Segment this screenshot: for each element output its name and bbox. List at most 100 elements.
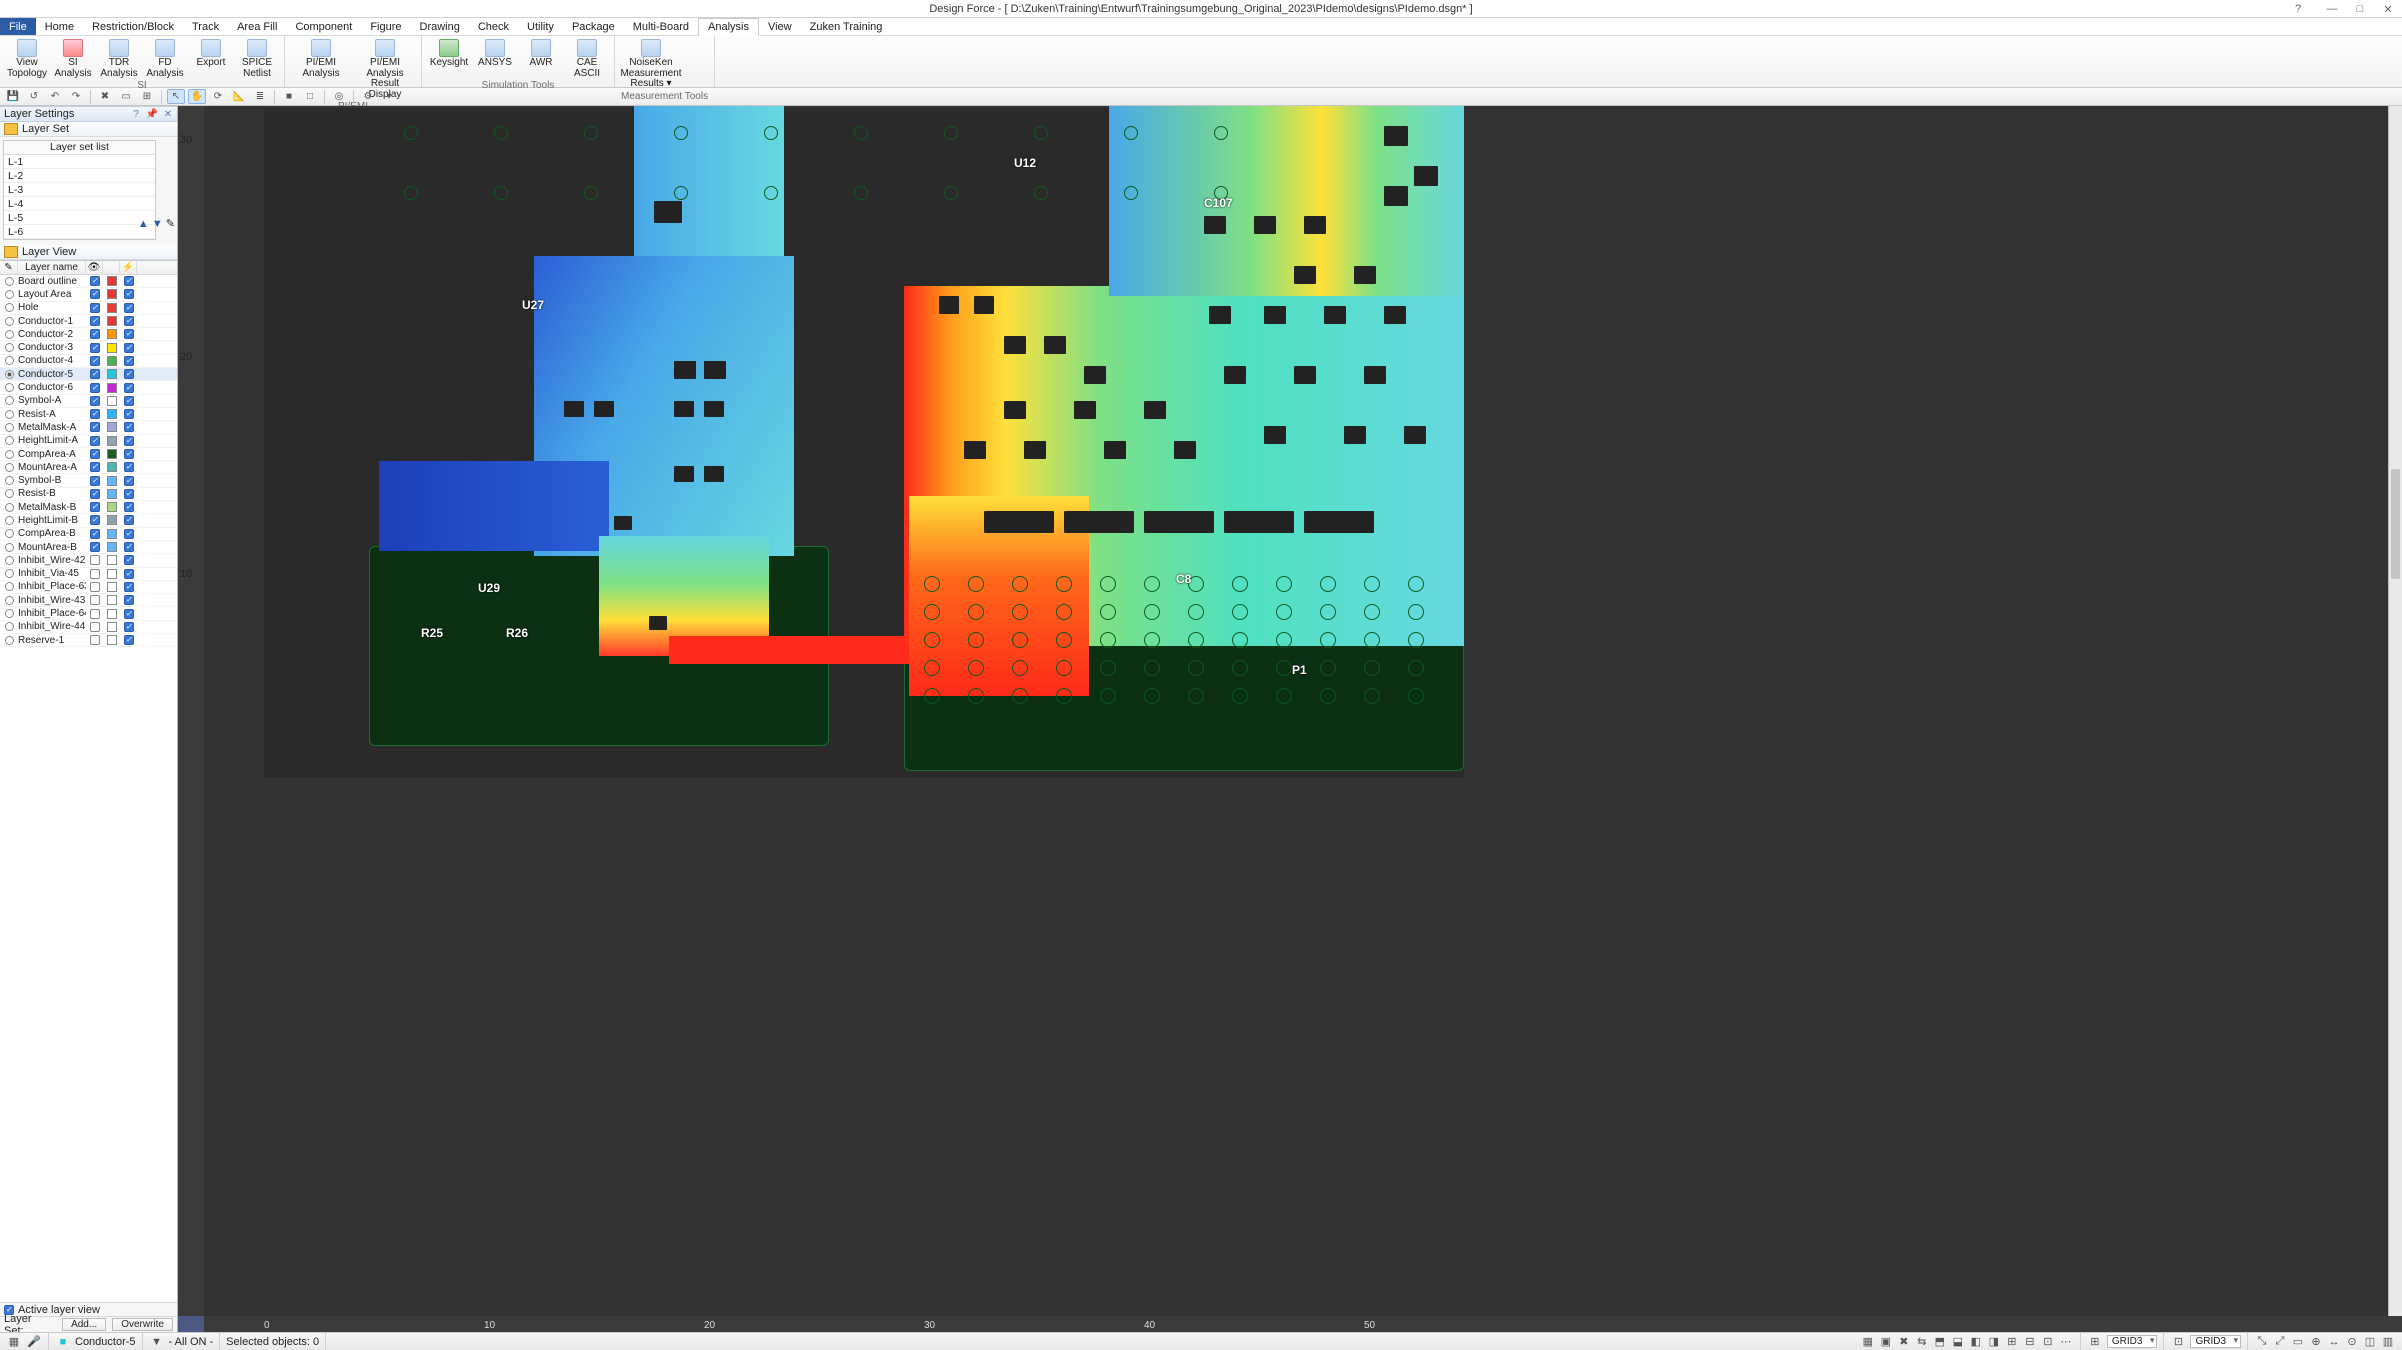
layer-select-checkbox[interactable] (120, 595, 137, 605)
layer-row[interactable]: MetalMask-A (0, 421, 177, 434)
rotate-icon[interactable]: ⟳ (209, 89, 227, 104)
ribbon-cae-ascii[interactable]: CAE ASCII (564, 38, 610, 80)
redo-icon[interactable]: ↷ (67, 89, 85, 104)
layer-select-checkbox[interactable] (120, 303, 137, 313)
layer-visible-checkbox[interactable] (86, 383, 103, 393)
grid2-icon[interactable]: ⊡ (2170, 1335, 2186, 1349)
status-i7-icon[interactable]: ◧ (1968, 1335, 1984, 1349)
layer-row[interactable]: Reserve-1 (0, 634, 177, 647)
ribbon-tdr-analysis[interactable]: TDR Analysis (96, 38, 142, 80)
menu-tab-track[interactable]: Track (183, 18, 228, 35)
status-filter[interactable]: - All ON - (169, 1336, 214, 1348)
layer-radio[interactable] (0, 356, 18, 365)
layer-row[interactable]: Inhibit_Wire-44 (0, 621, 177, 634)
layer-visible-checkbox[interactable] (86, 582, 103, 592)
status-r4-icon[interactable]: ⊕ (2308, 1335, 2324, 1349)
layer-row[interactable]: Inhibit_Wire-42 (0, 554, 177, 567)
layer-visible-checkbox[interactable] (86, 276, 103, 286)
layer-visible-checkbox[interactable] (86, 449, 103, 459)
layer-radio[interactable] (0, 516, 18, 525)
layer-select-checkbox[interactable] (120, 329, 137, 339)
layer-color-swatch[interactable] (103, 289, 120, 299)
layer-row[interactable]: HeightLimit-B (0, 514, 177, 527)
layer-radio[interactable] (0, 383, 18, 392)
layer-set-item[interactable]: L-6 (4, 225, 155, 239)
col-visibility[interactable]: 👁 (86, 261, 103, 274)
layer-color-swatch[interactable] (103, 462, 120, 472)
layer-color-swatch[interactable] (103, 303, 120, 313)
ribbon-awr[interactable]: AWR (518, 38, 564, 70)
layer-select-checkbox[interactable] (120, 276, 137, 286)
status-i11-icon[interactable]: ⊡ (2040, 1335, 2056, 1349)
layer-radio[interactable] (0, 396, 18, 405)
layer-row[interactable]: Hole (0, 302, 177, 315)
layer-select-checkbox[interactable] (120, 489, 137, 499)
move-up-button[interactable]: ▲ (138, 218, 149, 230)
layer-set-item[interactable]: L-5 (4, 211, 155, 225)
layer-visible-checkbox[interactable] (86, 329, 103, 339)
layer-radio[interactable] (0, 330, 18, 339)
layer-visible-checkbox[interactable] (86, 595, 103, 605)
layer-select-checkbox[interactable] (120, 343, 137, 353)
status-i8-icon[interactable]: ◨ (1986, 1335, 2002, 1349)
layer-row[interactable]: Conductor-6 (0, 381, 177, 394)
layer-select-checkbox[interactable] (120, 542, 137, 552)
layer-color-swatch[interactable] (103, 609, 120, 619)
layer-visible-checkbox[interactable] (86, 502, 103, 512)
ribbon-fd-analysis[interactable]: FD Analysis (142, 38, 188, 80)
layer-view-tab[interactable]: Layer View (0, 245, 177, 260)
layer-row[interactable]: CompArea-B (0, 528, 177, 541)
layer-color-swatch[interactable] (103, 436, 120, 446)
layer-row[interactable]: Inhibit_Wire-43 (0, 594, 177, 607)
layer-select-checkbox[interactable] (120, 622, 137, 632)
layer-radio[interactable] (0, 636, 18, 645)
layer-visible-checkbox[interactable] (86, 609, 103, 619)
layer-visible-checkbox[interactable] (86, 356, 103, 366)
layer-select-checkbox[interactable] (120, 396, 137, 406)
layer-radio[interactable] (0, 343, 18, 352)
close-icon[interactable]: ✕ (161, 108, 175, 121)
mic-icon[interactable]: 🎤 (26, 1335, 42, 1349)
layer-radio[interactable] (0, 277, 18, 286)
layer-set-list[interactable]: Layer set list L-1L-2L-3L-4L-5L-6 (3, 140, 156, 240)
layer-set-item[interactable]: L-4 (4, 197, 155, 211)
menu-tab-check[interactable]: Check (469, 18, 518, 35)
menu-file[interactable]: File (0, 18, 36, 35)
status-i2-icon[interactable]: ▣ (1878, 1335, 1894, 1349)
layer-radio[interactable] (0, 556, 18, 565)
design-canvas[interactable]: U12C107U27U29R25R26C8P1 (204, 106, 2402, 1316)
layer-radio[interactable] (0, 317, 18, 326)
layer-select-checkbox[interactable] (120, 476, 137, 486)
status-r1-icon[interactable]: ⤡ (2254, 1335, 2270, 1349)
menu-tab-analysis[interactable]: Analysis (698, 18, 759, 36)
layer-color-swatch[interactable] (103, 489, 120, 499)
layer-color-swatch[interactable] (103, 595, 120, 605)
layer-select-checkbox[interactable] (120, 449, 137, 459)
status-i10-icon[interactable]: ⊟ (2022, 1335, 2038, 1349)
layer-row[interactable]: Symbol-B (0, 474, 177, 487)
layer-visible-checkbox[interactable] (86, 369, 103, 379)
grid2-combo[interactable]: GRID3 (2190, 1335, 2241, 1348)
menu-tab-utility[interactable]: Utility (518, 18, 563, 35)
layer-set-tab[interactable]: Layer Set (0, 122, 177, 137)
layer-set-item[interactable]: L-2 (4, 169, 155, 183)
layer-select-checkbox[interactable] (120, 289, 137, 299)
layer-select-checkbox[interactable] (120, 609, 137, 619)
settings-icon[interactable]: ⚙ (359, 89, 377, 104)
menu-tab-multi-board[interactable]: Multi-Board (624, 18, 698, 35)
horizontal-ruler[interactable]: 01020304050 (204, 1316, 2402, 1332)
layer-row[interactable]: Inhibit_Place-63 (0, 581, 177, 594)
layer-visible-checkbox[interactable] (86, 409, 103, 419)
status-i12-icon[interactable]: ⋯ (2058, 1335, 2074, 1349)
menu-tab-drawing[interactable]: Drawing (411, 18, 469, 35)
minimize-button[interactable]: — (2318, 0, 2346, 18)
layer-color-swatch[interactable] (103, 396, 120, 406)
layer-radio[interactable] (0, 290, 18, 299)
layer-radio[interactable] (0, 303, 18, 312)
layer-visible-checkbox[interactable] (86, 396, 103, 406)
layer-select-checkbox[interactable] (120, 422, 137, 432)
status-r6-icon[interactable]: ⊙ (2344, 1335, 2360, 1349)
grid1-icon[interactable]: ⊞ (2087, 1335, 2103, 1349)
vertical-scrollbar[interactable] (2388, 106, 2402, 1316)
undo-icon[interactable]: ↶ (46, 89, 64, 104)
